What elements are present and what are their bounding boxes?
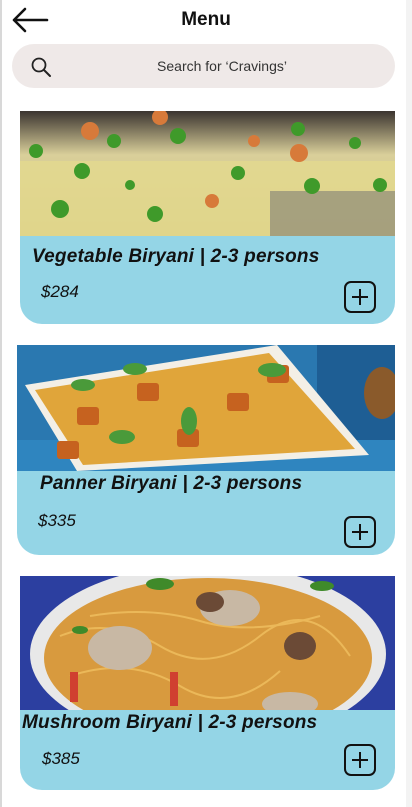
page-title: Menu xyxy=(181,9,231,30)
paneer-biryani-photo xyxy=(17,345,395,471)
item-name: Mushroom Biryani | 2-3 persons xyxy=(22,712,318,733)
item-price: $284 xyxy=(41,282,79,301)
search-input[interactable] xyxy=(72,44,372,88)
card-info: Mushroom Biryani | 2-3 persons $385 xyxy=(20,710,395,790)
card-info: Panner Biryani | 2-3 persons $335 xyxy=(17,471,395,555)
search-bar[interactable] xyxy=(12,44,395,88)
card-info: Vegetable Biryani | 2-3 persons $284 xyxy=(20,236,395,324)
add-button[interactable] xyxy=(344,744,376,776)
left-edge xyxy=(0,0,2,807)
vegetable-biryani-photo xyxy=(20,111,395,236)
item-price: $335 xyxy=(38,511,76,530)
scrollbar-track[interactable] xyxy=(406,0,412,807)
add-button[interactable] xyxy=(344,516,376,548)
search-icon xyxy=(31,57,51,77)
menu-item-panner-biryani[interactable]: Panner Biryani | 2-3 persons $335 xyxy=(17,345,395,555)
add-button[interactable] xyxy=(344,281,376,313)
item-price: $385 xyxy=(42,749,80,768)
mushroom-biryani-photo xyxy=(20,576,395,710)
header: Menu xyxy=(0,0,412,42)
item-name: Panner Biryani | 2-3 persons xyxy=(40,473,303,494)
menu-item-mushroom-biryani[interactable]: Mushroom Biryani | 2-3 persons $385 xyxy=(20,576,395,790)
item-name: Vegetable Biryani | 2-3 persons xyxy=(32,246,320,267)
menu-item-vegetable-biryani[interactable]: Vegetable Biryani | 2-3 persons $284 xyxy=(20,111,395,324)
